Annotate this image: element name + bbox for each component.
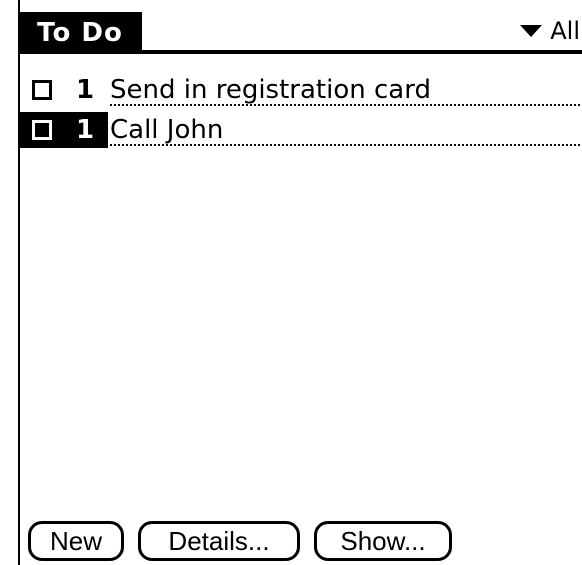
show-button[interactable]: Show... — [314, 521, 452, 561]
todo-screen: To Do All 1 Send in registration card 1 … — [0, 0, 582, 565]
dotted-rule — [110, 144, 580, 146]
todo-item-lead-selected[interactable]: 1 — [20, 112, 108, 148]
dotted-rule — [110, 104, 580, 106]
details-button[interactable]: Details... — [138, 521, 300, 561]
priority-label[interactable]: 1 — [76, 77, 94, 103]
app-title: To Do — [18, 12, 142, 54]
title-rule — [18, 50, 582, 54]
todo-description[interactable]: Send in registration card — [110, 72, 582, 108]
todo-list: 1 Send in registration card 1 Call John — [20, 72, 582, 148]
new-button[interactable]: New — [28, 521, 124, 561]
todo-item[interactable]: 1 Call John — [20, 112, 582, 148]
todo-item[interactable]: 1 Send in registration card — [20, 72, 582, 108]
todo-description[interactable]: Call John — [110, 112, 582, 148]
checkbox-icon[interactable] — [32, 120, 52, 140]
todo-description-text: Call John — [110, 115, 224, 145]
todo-description-text: Send in registration card — [110, 75, 431, 105]
button-bar: New Details... Show... — [28, 520, 452, 562]
priority-label[interactable]: 1 — [76, 117, 94, 143]
todo-item-lead[interactable]: 1 — [20, 72, 108, 108]
category-dropdown[interactable]: All — [520, 14, 580, 48]
triangle-down-icon — [520, 25, 543, 37]
checkbox-icon[interactable] — [32, 80, 52, 100]
category-label: All — [550, 17, 580, 45]
